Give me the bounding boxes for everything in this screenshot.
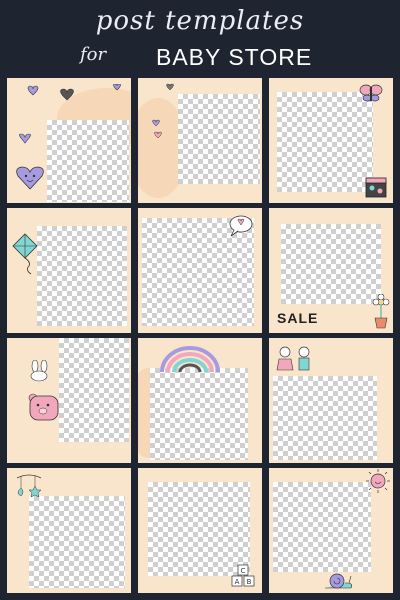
template-tile-12[interactable] [269, 468, 393, 593]
bunny-icon [30, 360, 48, 382]
kids-icon [276, 346, 310, 371]
bear-icon [28, 393, 59, 421]
template-tile-3[interactable] [269, 78, 393, 203]
template-tile-1[interactable] [7, 78, 131, 203]
snail-icon [325, 573, 352, 589]
template-tile-9[interactable] [269, 338, 393, 463]
heart-speech-bubble-icon [229, 215, 253, 237]
template-tile-5[interactable] [138, 208, 262, 333]
header: post templates for BABY STORE [0, 0, 400, 78]
template-tile-4[interactable] [7, 208, 131, 333]
heart-small-icon [19, 133, 31, 144]
title-line-2: for [80, 44, 107, 65]
image-placeholder[interactable] [273, 376, 377, 460]
svg-text:A: A [235, 578, 240, 586]
image-placeholder[interactable] [150, 368, 248, 460]
sale-label: SALE [277, 310, 319, 326]
svg-text:B: B [247, 578, 252, 586]
image-placeholder[interactable] [37, 226, 127, 326]
sun-icon [366, 469, 390, 493]
template-tile-10[interactable] [7, 468, 131, 593]
image-placeholder[interactable] [59, 338, 129, 442]
kite-icon [12, 233, 38, 275]
image-placeholder[interactable] [178, 94, 260, 184]
template-tile-2[interactable] [138, 78, 262, 203]
image-placeholder[interactable] [277, 92, 373, 192]
template-tile-7[interactable] [7, 338, 131, 463]
rainbow-icon [160, 346, 220, 373]
image-placeholder[interactable] [281, 224, 381, 304]
template-tile-11[interactable]: C A B [138, 468, 262, 593]
toy-block-icon [365, 177, 387, 198]
hearts-icon [27, 84, 121, 101]
butterfly-icon [359, 84, 383, 102]
image-placeholder[interactable] [273, 482, 371, 572]
abc-blocks-icon: C A B [231, 564, 255, 587]
flower-pot-icon [372, 294, 390, 329]
hearts-icon [152, 83, 174, 139]
template-grid: SALE C A B [7, 78, 393, 595]
baby-mobile-icon [16, 474, 42, 498]
store-name: BABY STORE [156, 44, 313, 70]
heart-face-icon [16, 166, 44, 190]
image-placeholder[interactable] [148, 482, 250, 576]
image-placeholder[interactable] [47, 120, 129, 202]
template-tile-6[interactable]: SALE [269, 208, 393, 333]
template-tile-8[interactable] [138, 338, 262, 463]
image-placeholder[interactable] [29, 496, 125, 588]
title-line-1: post templates [95, 6, 305, 36]
svg-text:C: C [241, 567, 246, 575]
